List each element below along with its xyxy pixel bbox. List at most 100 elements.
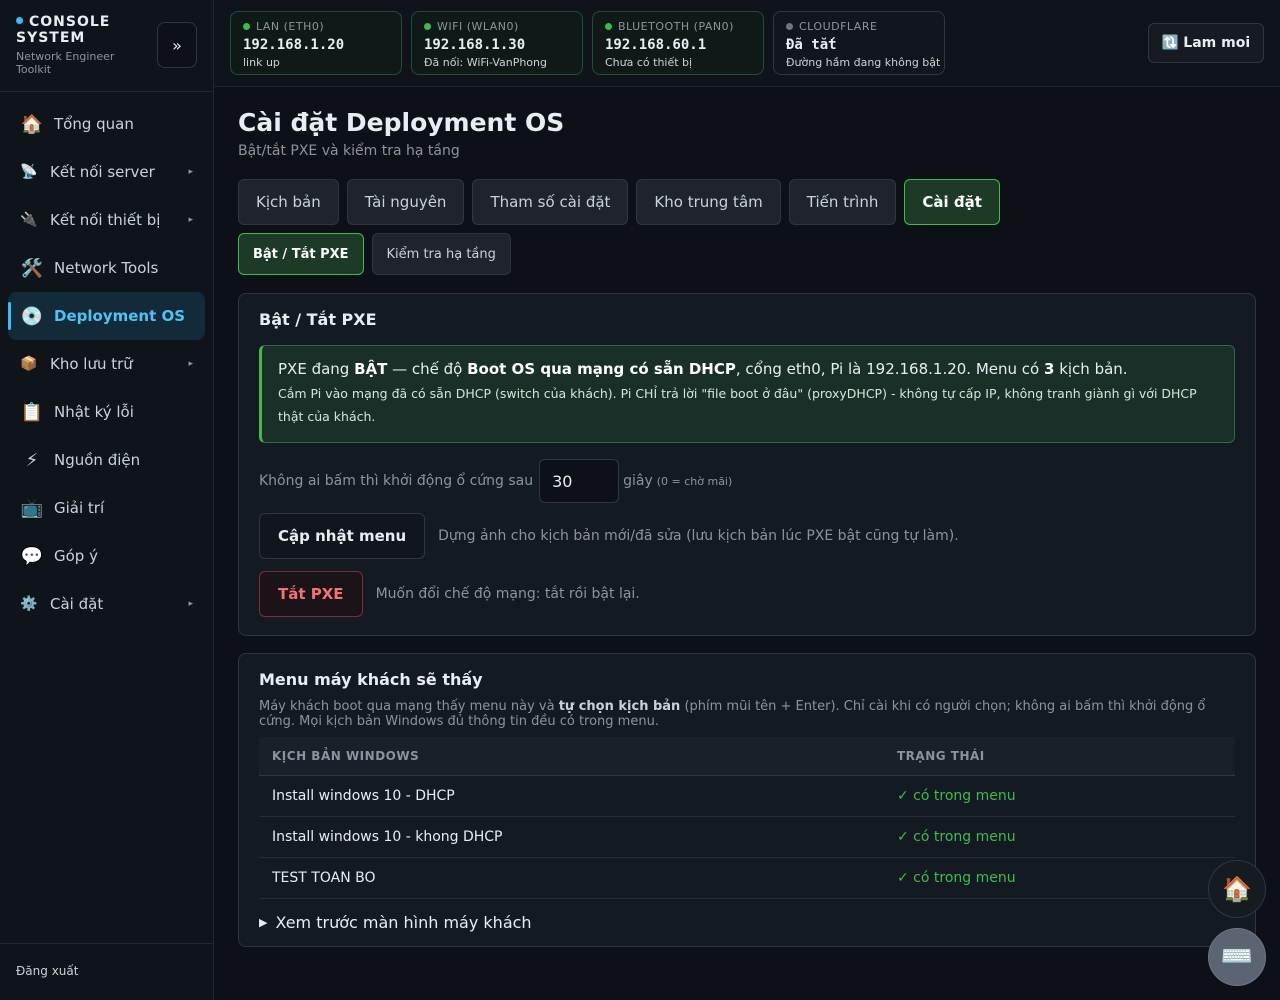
sidebar-item-label: Tổng quan [54,115,134,133]
refresh-button[interactable]: 🔃 Lam moi [1148,23,1264,63]
scenario-table: KỊCH BẢN WINDOWS TRẠNG THÁI Install wind… [259,737,1235,899]
tab-2[interactable]: Tham số cài đặt [472,179,629,225]
network-card-ip: 192.168.1.20 [243,37,345,53]
sidebar-item-5[interactable]: 📦 Kho lưu trữ ▸ [8,340,205,388]
gear-icon: ⚙️ [20,596,38,612]
network-card-status: Đã nối: WiFi-VanPhong [424,56,547,69]
table-row: Install windows 10 - khong DHCP ✓ có tron… [259,816,1235,858]
network-card-3: CLOUDFLARE Đã tắt Đường hầm đang không bật [773,11,945,75]
subtab-0[interactable]: Bật / Tắt PXE [238,233,364,275]
pxe-panel: Bật / Tắt PXE PXE đang BẬT — chế độ Boot… [238,293,1256,636]
tab-0[interactable]: Kịch bản [238,179,339,225]
caret-right-icon: ▸ [188,215,193,225]
pxe-panel-title: Bật / Tắt PXE [259,310,377,329]
network-card-status: Đường hầm đang không bật [786,56,941,69]
sidebar-item-label: Deployment OS [54,307,186,325]
disable-pxe-button[interactable]: Tắt PXE [259,571,363,617]
update-menu-note: Dựng ảnh cho kịch bản mới/đã sửa (lưu kị… [438,528,959,544]
tv-icon: 📺 [20,497,44,519]
caret-right-icon: ▸ [188,359,193,369]
update-menu-button[interactable]: Cập nhật menu [259,513,426,559]
table-row: TEST TOAN BO ✓ có trong menu [259,857,1235,899]
disable-pxe-row: Tắt PXE Muốn đổi chế độ mạng: tắt rồi bậ… [259,571,1235,617]
update-menu-row: Cập nhật menu Dựng ảnh cho kịch bản mới/… [259,513,1235,559]
network-card-label: CLOUDFLARE [786,20,932,33]
sidebar-nav: 🏠 Tổng quan 📡 Kết nối server ▸ 🔌 Kết nối thiết… [0,92,213,636]
table-row: Install windows 10 - DHCP ✓ có trong menu [259,775,1235,817]
client-menu-description: Máy khách boot qua mạng thấy menu này và… [259,699,1206,729]
network-card-label: BLUETOOTH (PAN0) [605,20,751,33]
timeout-unit: giây (0 = chờ mãi) [623,473,733,489]
network-card-ip: 192.168.60.1 [605,37,707,53]
satellite-dish-icon: 📡 [20,164,38,180]
sidebar-item-label: Nguồn điện [54,451,141,469]
keyboard-icon: ⌨️ [1220,942,1254,972]
network-card-1: WIFI (WLAN0) 192.168.1.30 Đã nối: WiFi-Van… [411,11,583,75]
network-card-status: link up [243,56,280,69]
sidebar-item-label: Góp ý [54,547,98,565]
sidebar-item-label: Nhật ký lỗi [54,403,134,421]
sidebar-item-label: Cài đặt [50,595,104,613]
timeout-row: Không ai bấm thì khởi động ổ cứng sau gi… [259,459,1235,503]
network-card-label: WIFI (WLAN0) [424,20,570,33]
disc-icon: 💿 [20,305,44,327]
scenario-name: Install windows 10 - khong DHCP [259,816,884,858]
sidebar-item-3[interactable]: 🛠️ Network Tools [8,244,205,292]
network-card-status: Chưa có thiết bị [605,56,693,69]
tab-3[interactable]: Kho trung tâm [636,179,781,225]
tab-5[interactable]: Cài đặt [904,179,1000,225]
pxe-status-note: Cắm Pi vào mạng đã có sẵn DHCP (switch c… [278,386,1197,424]
sidebar-item-label: Kết nối thiết bị [50,211,161,229]
status-dot-icon [424,23,431,30]
sidebar-item-label: Giải trí [54,499,105,517]
pxe-status-alert: PXE đang BẬT — chế độ Boot OS qua mạng c… [259,345,1235,443]
subtab-1[interactable]: Kiểm tra hạ tầng [371,233,511,275]
page-subtitle: Bật/tắt PXE và kiểm tra hạ tầng [238,143,460,159]
brand-title: CONSOLE SYSTEM [16,14,111,46]
sidebar-item-9[interactable]: 💬 Góp ý [8,532,205,580]
sidebar-item-2[interactable]: 🔌 Kết nối thiết bị ▸ [8,196,205,244]
client-preview-toggle[interactable]: ▶ Xem trước màn hình máy khách [259,913,1235,932]
status-dot-icon [16,16,23,24]
sidebar-item-10[interactable]: ⚙️ Cài đặt ▸ [8,580,205,628]
sidebar-item-0[interactable]: 🏠 Tổng quan [8,100,205,148]
client-preview-label: Xem trước màn hình máy khách [275,912,532,932]
sidebar-expand-button[interactable]: » [157,22,197,68]
pxe-status-text: PXE đang BẬT — chế độ Boot OS qua mạng c… [278,360,1128,378]
keyboard-fab-button[interactable]: ⌨️ [1208,928,1266,986]
brand: CONSOLE SYSTEM Network Engineer Toolkit … [0,0,213,92]
home-fab-button[interactable]: 🏠 [1208,860,1266,918]
tab-1[interactable]: Tài nguyên [346,179,465,225]
refresh-label: Lam moi [1183,35,1251,51]
timeout-label: Không ai bấm thì khởi động ổ cứng sau [259,473,534,489]
sidebar-item-8[interactable]: 📺 Giải trí [8,484,205,532]
brand-subtitle: Network Engineer Toolkit [16,50,115,76]
sidebar-item-4[interactable]: 💿 Deployment OS [8,292,205,340]
tab-4[interactable]: Tiến trình [788,179,897,225]
plug-icon: 🔌 [20,212,38,228]
sub-tabs: Bật / Tắt PXE Kiểm tra hạ tầng [238,233,1256,275]
sidebar-item-label: Kết nối server [50,163,155,181]
client-menu-title: Menu máy khách sẽ thấy [259,670,483,689]
caret-right-icon: ▸ [188,599,193,609]
sidebar-item-7[interactable]: ⚡ Nguồn điện [8,436,205,484]
column-header-status: TRẠNG THÁI [884,737,1235,776]
sidebar: CONSOLE SYSTEM Network Engineer Toolkit … [0,0,214,1000]
timeout-input[interactable] [539,459,620,503]
disable-pxe-note: Muốn đổi chế độ mạng: tắt rồi bật lại. [375,586,640,602]
clipboard-icon: 📋 [20,401,44,423]
main-content: Cài đặt Deployment OS Bật/tắt PXE và kiể… [238,87,1256,947]
table-header-row: KỊCH BẢN WINDOWS TRẠNG THÁI [259,737,1235,776]
scenario-name: TEST TOAN BO [259,857,884,899]
network-card-ip: 192.168.1.30 [424,37,526,53]
scenario-status: ✓ có trong menu [884,857,1235,899]
home-icon: 🏠 [20,113,44,135]
network-card-2: BLUETOOTH (PAN0) 192.168.60.1 Chưa có thiế… [592,11,764,75]
refresh-icon: 🔃 [1161,35,1180,51]
sidebar-item-6[interactable]: 📋 Nhật ký lỗi [8,388,205,436]
package-icon: 📦 [20,356,38,372]
sidebar-item-1[interactable]: 📡 Kết nối server ▸ [8,148,205,196]
status-dot-icon [243,23,250,30]
logout-link[interactable]: Đăng xuất [0,943,213,1000]
network-card-0: LAN (ETH0) 192.168.1.20 link up [230,11,402,75]
